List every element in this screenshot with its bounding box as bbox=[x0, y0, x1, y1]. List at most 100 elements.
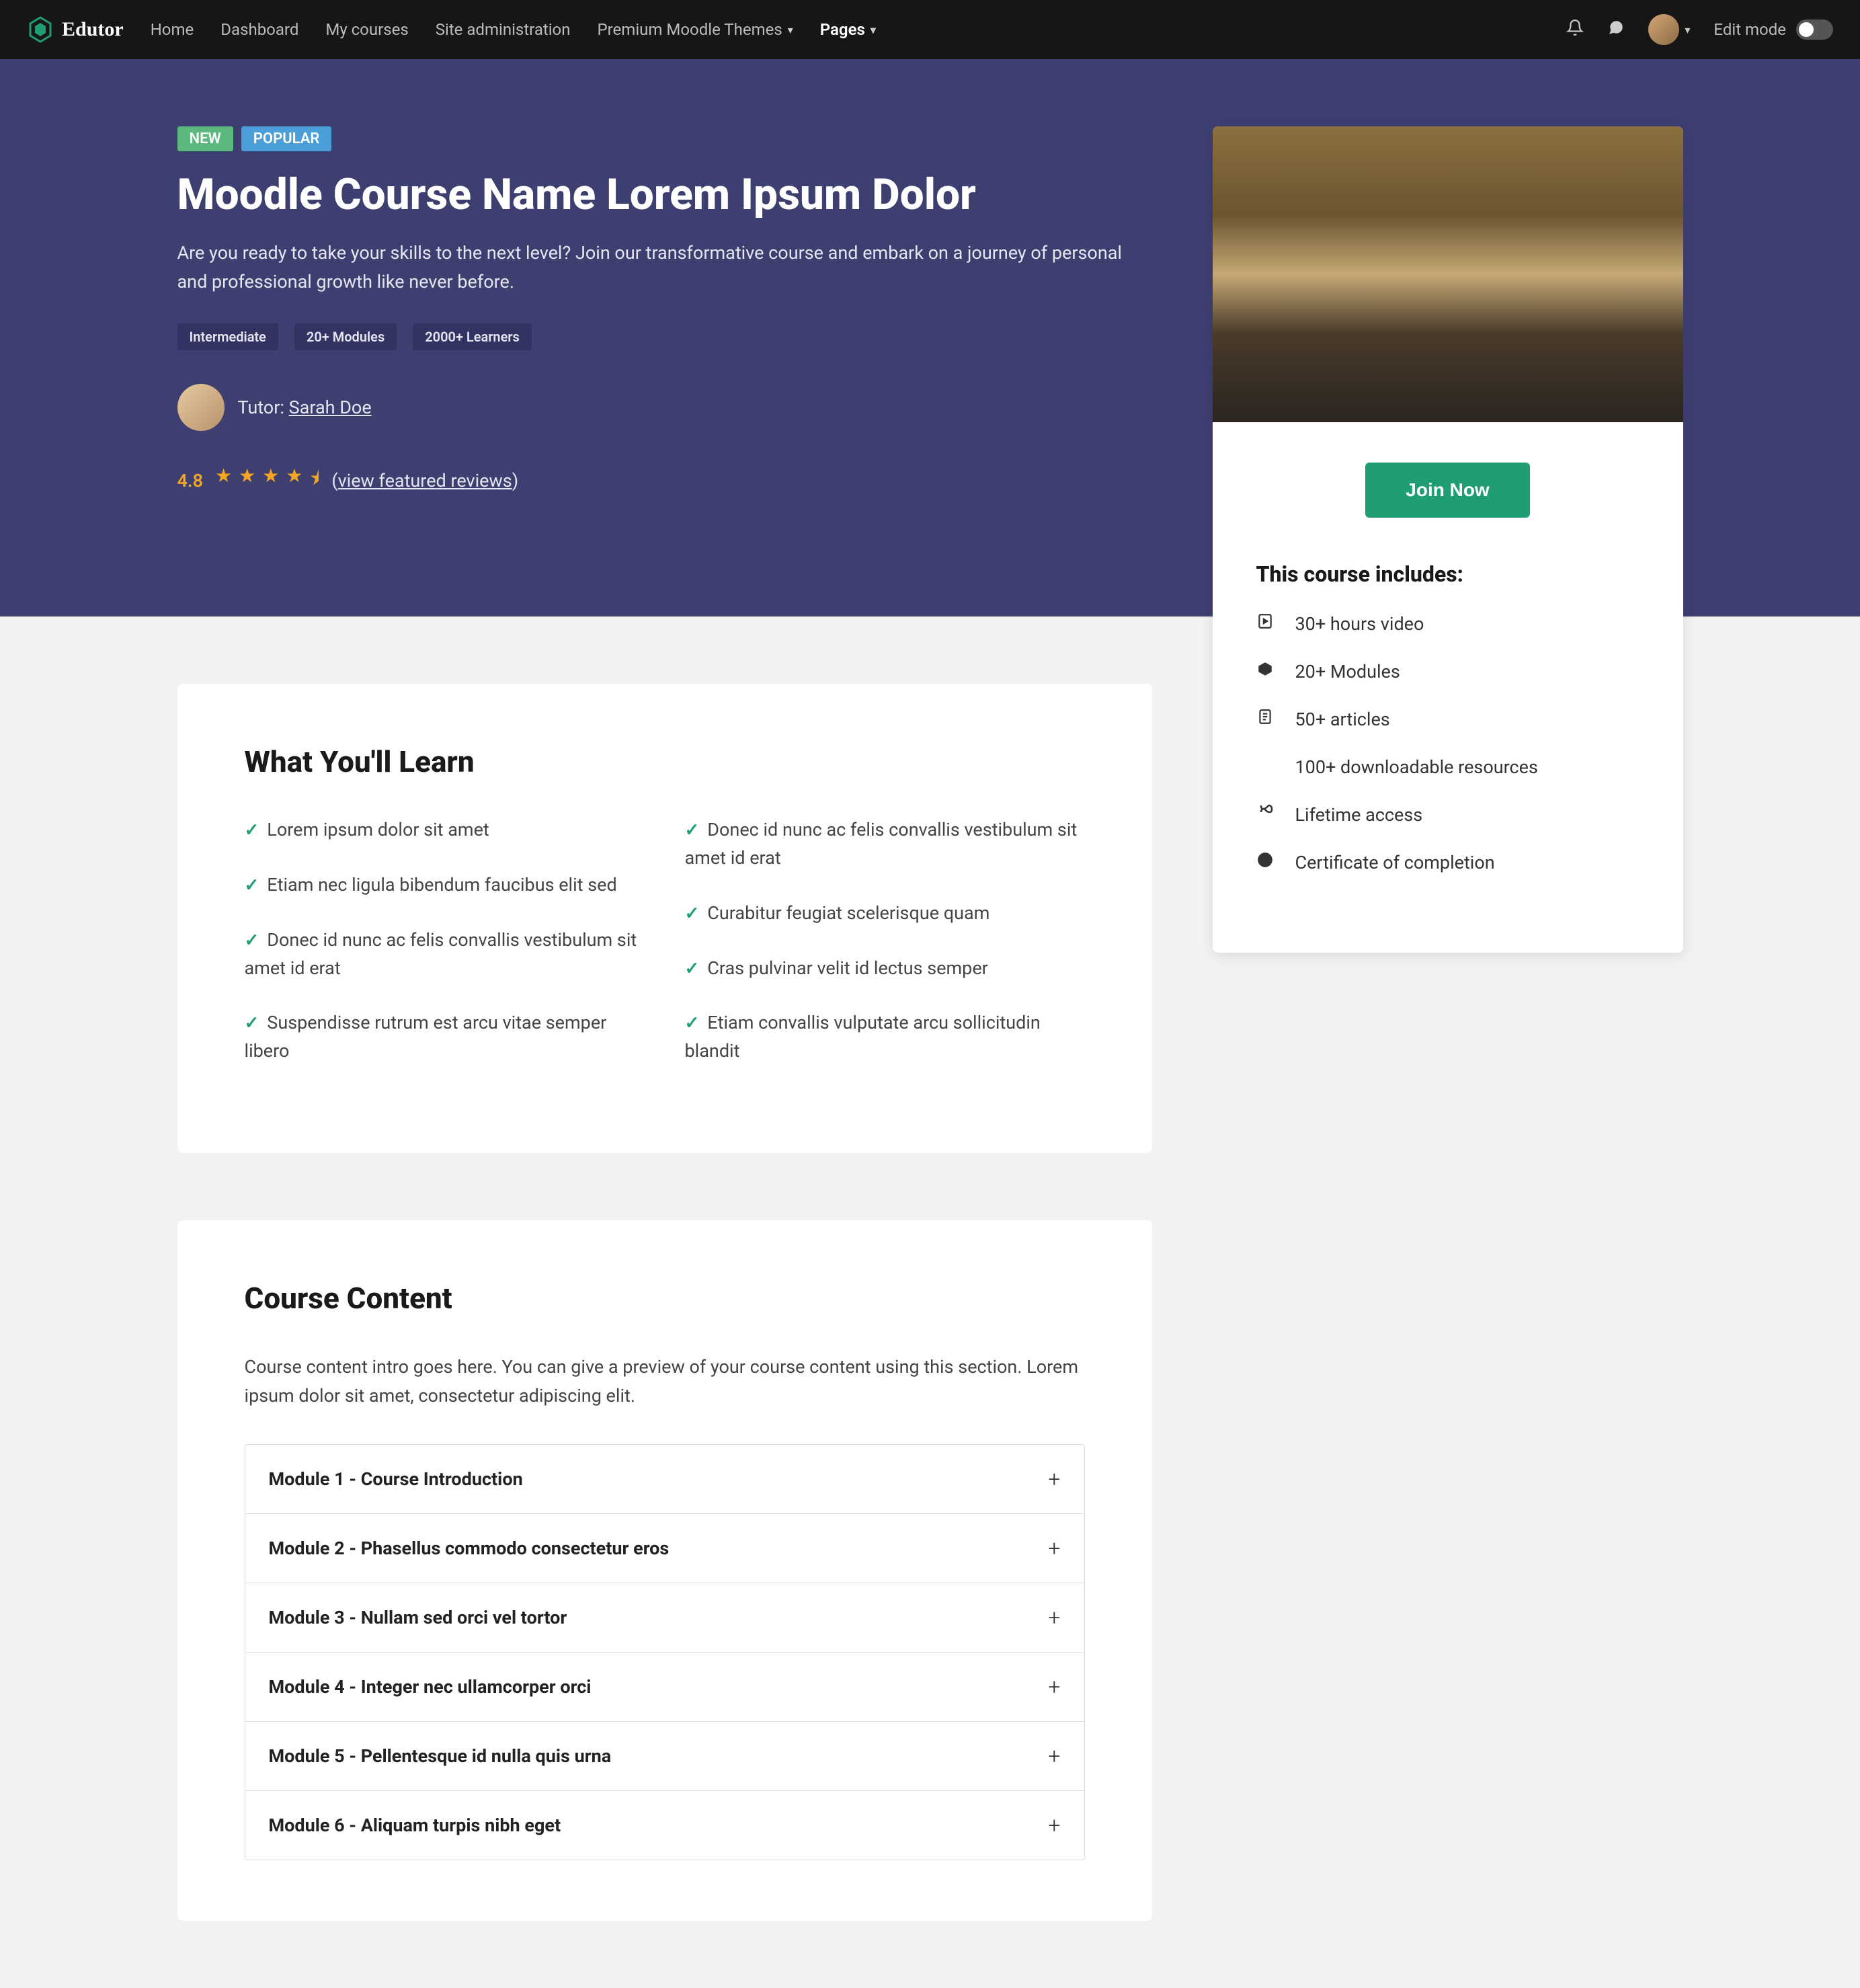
plus-icon: + bbox=[1048, 1813, 1060, 1838]
content-intro: Course content intro goes here. You can … bbox=[245, 1353, 1085, 1410]
star-half-icon: ⯨ bbox=[309, 465, 319, 497]
learn-panel: What You'll Learn ✓Lorem ipsum dolor sit… bbox=[177, 684, 1152, 1153]
chevron-down-icon: ▾ bbox=[1685, 24, 1690, 36]
user-avatar bbox=[1648, 14, 1679, 45]
top-navbar: Edutor Home Dashboard My courses Site ad… bbox=[0, 0, 1860, 59]
tutor-name-link[interactable]: Sarah Doe bbox=[289, 397, 372, 418]
reviews-link-wrap: (view featured reviews) bbox=[331, 470, 518, 491]
module-row[interactable]: Module 4 - Integer nec ullamcorper orci+ bbox=[245, 1653, 1084, 1722]
learn-item: ✓Etiam convallis vulputate arcu sollicit… bbox=[685, 1009, 1085, 1066]
check-icon: ✓ bbox=[245, 875, 259, 896]
learn-item: ✓Etiam nec ligula bibendum faucibus elit… bbox=[245, 871, 645, 900]
chat-icon[interactable] bbox=[1607, 19, 1625, 41]
plus-icon: + bbox=[1048, 1674, 1060, 1700]
certificate-icon bbox=[1256, 851, 1277, 873]
nav-links: Home Dashboard My courses Site administr… bbox=[151, 20, 876, 39]
learn-item: ✓Donec id nunc ac felis convallis vestib… bbox=[245, 926, 645, 983]
tag-level: Intermediate bbox=[177, 323, 278, 350]
plus-icon: + bbox=[1048, 1605, 1060, 1630]
check-icon: ✓ bbox=[685, 1013, 700, 1033]
module-row[interactable]: Module 6 - Aliquam turpis nibh eget+ bbox=[245, 1791, 1084, 1860]
rating-value: 4.8 bbox=[177, 470, 204, 491]
plus-icon: + bbox=[1048, 1536, 1060, 1561]
check-icon: ✓ bbox=[245, 1013, 259, 1033]
check-icon: ✓ bbox=[685, 904, 700, 924]
tutor-label: Tutor: Sarah Doe bbox=[238, 397, 372, 418]
nav-home[interactable]: Home bbox=[151, 20, 194, 39]
check-icon: ✓ bbox=[245, 820, 259, 840]
nav-site-admin[interactable]: Site administration bbox=[436, 20, 571, 39]
course-image bbox=[1213, 126, 1683, 422]
module-row[interactable]: Module 3 - Nullam sed orci vel tortor+ bbox=[245, 1583, 1084, 1653]
badge-popular: POPULAR bbox=[241, 126, 332, 151]
course-title: Moodle Course Name Lorem Ipsum Dolor bbox=[177, 170, 1152, 220]
course-tags: Intermediate 20+ Modules 2000+ Learners bbox=[177, 323, 1152, 350]
star-icon: ★ bbox=[286, 465, 302, 497]
hero-content: NEW POPULAR Moodle Course Name Lorem Ips… bbox=[177, 126, 1152, 497]
module-row[interactable]: Module 5 - Pellentesque id nulla quis ur… bbox=[245, 1722, 1084, 1791]
star-icon: ★ bbox=[239, 465, 255, 497]
join-button[interactable]: Join Now bbox=[1365, 463, 1529, 518]
tag-learners: 2000+ Learners bbox=[413, 323, 532, 350]
include-item: Certificate of completion bbox=[1256, 851, 1640, 873]
star-icon: ★ bbox=[215, 465, 232, 497]
download-icon bbox=[1256, 756, 1277, 778]
document-icon bbox=[1256, 708, 1277, 730]
include-item: 30+ hours video bbox=[1256, 612, 1640, 635]
rating-stars: ★ ★ ★ ★ ⯨ bbox=[215, 465, 319, 497]
learn-item: ✓Donec id nunc ac felis convallis vestib… bbox=[685, 816, 1085, 873]
nav-pages[interactable]: Pages ▾ bbox=[820, 20, 876, 39]
tutor-avatar bbox=[177, 384, 225, 431]
edit-mode-toggle[interactable] bbox=[1796, 19, 1833, 40]
brand-logo[interactable]: Edutor bbox=[27, 16, 124, 43]
include-item: 50+ articles bbox=[1256, 708, 1640, 730]
brand-name: Edutor bbox=[62, 18, 124, 41]
include-item: Lifetime access bbox=[1256, 803, 1640, 826]
rating-row: 4.8 ★ ★ ★ ★ ⯨ (view featured reviews) bbox=[177, 465, 1152, 497]
learn-item: ✓Suspendisse rutrum est arcu vitae sempe… bbox=[245, 1009, 645, 1066]
hero-section: NEW POPULAR Moodle Course Name Lorem Ips… bbox=[0, 59, 1860, 617]
include-item: 100+ downloadable resources bbox=[1256, 756, 1640, 778]
tag-modules: 20+ Modules bbox=[294, 323, 397, 350]
reviews-link[interactable]: view featured reviews bbox=[338, 470, 512, 491]
module-row[interactable]: Module 1 - Course Introduction+ bbox=[245, 1445, 1084, 1514]
check-icon: ✓ bbox=[685, 959, 700, 979]
chevron-down-icon: ▾ bbox=[871, 24, 876, 36]
check-icon: ✓ bbox=[245, 930, 259, 951]
learn-item: ✓Cras pulvinar velit id lectus semper bbox=[685, 955, 1085, 983]
plus-icon: + bbox=[1048, 1743, 1060, 1769]
logo-icon bbox=[27, 16, 54, 43]
edit-mode-label: Edit mode bbox=[1713, 20, 1786, 39]
learn-grid: ✓Lorem ipsum dolor sit amet ✓Etiam nec l… bbox=[245, 816, 1085, 1092]
course-description: Are you ready to take your skills to the… bbox=[177, 239, 1152, 296]
check-icon: ✓ bbox=[685, 820, 700, 840]
learn-title: What You'll Learn bbox=[245, 744, 1085, 779]
learn-item: ✓Curabitur feugiat scelerisque quam bbox=[685, 900, 1085, 928]
infinity-icon bbox=[1256, 803, 1277, 826]
modules-accordion: Module 1 - Course Introduction+ Module 2… bbox=[245, 1444, 1085, 1860]
tutor-info: Tutor: Sarah Doe bbox=[177, 384, 1152, 431]
user-menu[interactable]: ▾ bbox=[1648, 14, 1690, 45]
chevron-down-icon: ▾ bbox=[788, 24, 793, 36]
content-panel: Course Content Course content intro goes… bbox=[177, 1220, 1152, 1921]
video-icon bbox=[1256, 612, 1277, 635]
plus-icon: + bbox=[1048, 1466, 1060, 1492]
nav-dashboard[interactable]: Dashboard bbox=[220, 20, 298, 39]
nav-premium-themes[interactable]: Premium Moodle Themes ▾ bbox=[598, 20, 793, 39]
include-item: 20+ Modules bbox=[1256, 660, 1640, 682]
bell-icon[interactable] bbox=[1566, 19, 1584, 41]
box-icon bbox=[1256, 660, 1277, 682]
nav-my-courses[interactable]: My courses bbox=[325, 20, 408, 39]
course-card: Join Now This course includes: 30+ hours… bbox=[1213, 126, 1683, 953]
includes-title: This course includes: bbox=[1256, 561, 1640, 587]
hero-badges: NEW POPULAR bbox=[177, 126, 1152, 151]
module-row[interactable]: Module 2 - Phasellus commodo consectetur… bbox=[245, 1514, 1084, 1583]
includes-list: 30+ hours video 20+ Modules 50+ articles… bbox=[1256, 612, 1640, 873]
nav-right: ▾ Edit mode bbox=[1566, 14, 1833, 45]
learn-item: ✓Lorem ipsum dolor sit amet bbox=[245, 816, 645, 844]
content-title: Course Content bbox=[245, 1281, 1085, 1316]
badge-new: NEW bbox=[177, 126, 233, 151]
course-card-body: Join Now This course includes: 30+ hours… bbox=[1213, 422, 1683, 953]
star-icon: ★ bbox=[262, 465, 279, 497]
edit-mode-toggle-wrap: Edit mode bbox=[1713, 19, 1833, 40]
